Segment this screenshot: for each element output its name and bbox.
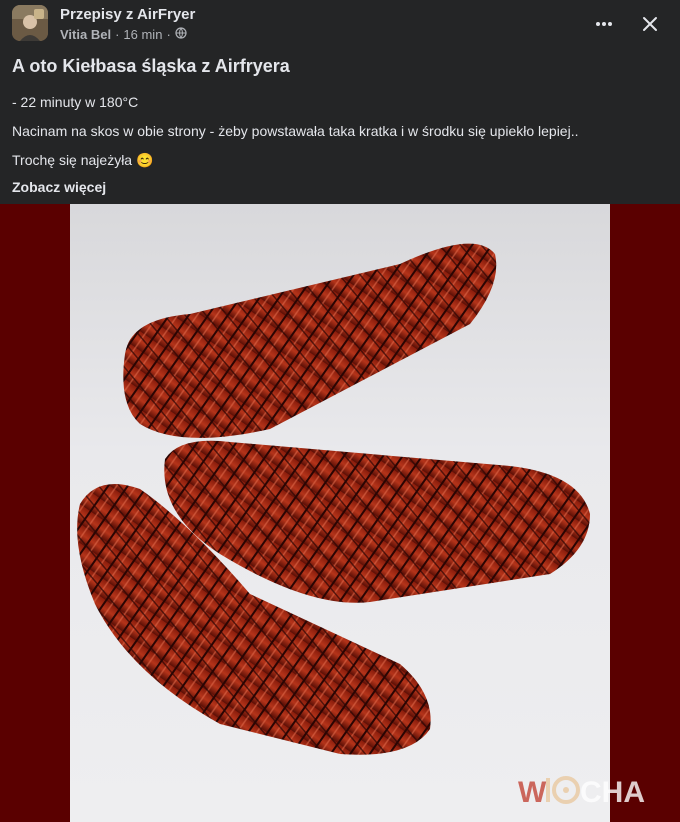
post-title: A oto Kiełbasa śląska z Airfryera xyxy=(12,56,290,76)
meta-separator: · xyxy=(115,27,120,42)
post-line-result: Trochę się najeżyła 😊 xyxy=(12,150,668,170)
post-time[interactable]: 16 min xyxy=(123,27,162,42)
group-avatar[interactable] xyxy=(12,5,48,41)
globe-icon xyxy=(175,27,187,42)
post-header: Przepisy z AirFryer Vitia Bel · 16 min · xyxy=(0,0,680,48)
post-meta: Vitia Bel · 16 min · xyxy=(60,27,187,42)
svg-text:CHA: CHA xyxy=(580,776,645,808)
sausage-top xyxy=(123,243,497,438)
sausage-illustration xyxy=(77,243,590,755)
post-media[interactable]: W CHA xyxy=(0,204,680,822)
post-line-result-text: Trochę się najeżyła xyxy=(12,152,133,168)
smile-emoji-icon: 😊 xyxy=(135,152,154,168)
post-line-method: Nacinam na skos w obie strony - żeby pow… xyxy=(12,123,579,139)
more-icon[interactable] xyxy=(590,10,618,38)
sausage-photo xyxy=(70,204,610,822)
wiocha-watermark-logo: W CHA xyxy=(518,772,666,813)
post-body: A oto Kiełbasa śląska z Airfryera - 22 m… xyxy=(12,54,668,197)
header-actions xyxy=(590,10,664,38)
meta-separator-2: · xyxy=(166,27,171,42)
see-more-link[interactable]: Zobacz więcej xyxy=(12,179,106,195)
avatar-image xyxy=(12,5,48,41)
group-name[interactable]: Przepisy z AirFryer xyxy=(60,6,195,23)
author-name[interactable]: Vitia Bel xyxy=(60,27,111,42)
post-line-time: - 22 minuty w 180°C xyxy=(12,94,139,110)
close-icon[interactable] xyxy=(636,10,664,38)
svg-text:W: W xyxy=(518,776,547,808)
